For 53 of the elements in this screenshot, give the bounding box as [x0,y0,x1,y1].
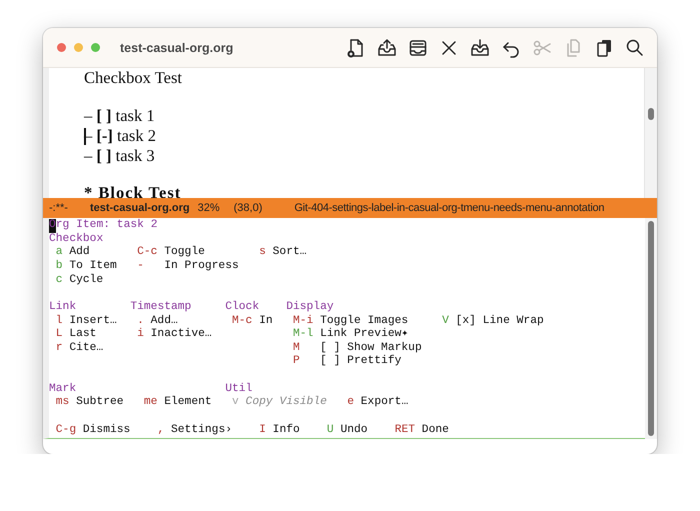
text-line: Checkbox Test [84,68,182,88]
tray-upload-icon[interactable] [377,38,397,58]
cursor-position: (38,0) [234,202,262,214]
search-icon[interactable] [625,38,645,58]
menu-item[interactable]: b To Item [56,260,117,274]
group-heading: Timestamp [130,300,192,314]
archive-box-icon[interactable] [408,38,428,58]
menu-item[interactable]: RET Done [394,424,449,438]
scrollbar-thumb[interactable] [648,221,654,436]
menu-item[interactable]: C-g Dismiss [56,424,130,438]
menu-item[interactable]: r Cite… [56,342,104,356]
scrollbar[interactable] [645,218,657,439]
window-title: test-casual-org.org [120,40,234,54]
buffer-name: test-casual-org.org [90,202,190,214]
group-heading: Clock [225,300,260,315]
menu-item[interactable]: I Info [259,424,300,438]
menu-item[interactable]: V [x] Line Wrap [442,314,544,328]
group-heading: Link [49,300,78,314]
menu-item[interactable]: s Sort… [259,246,307,260]
menu-item[interactable]: ms Subtree [56,396,124,410]
menu-item[interactable]: l Insert… [56,314,117,328]
menu-item[interactable]: - In Progress [137,260,239,274]
menu-item[interactable]: M [ ] Show Markup [292,342,422,356]
group-heading: Checkbox [49,232,104,246]
buffer-state: -:**- [49,202,68,214]
menu-item[interactable]: M-c In [232,314,273,328]
tray-download-icon[interactable] [470,38,490,58]
menu-item[interactable]: C-c Toggle [137,246,205,260]
scrollbar[interactable] [644,68,657,198]
scroll-percent: 32% [198,202,220,214]
menu-item[interactable]: M-i Toggle Images [292,314,408,328]
menu-item[interactable]: i Inactive… [137,328,212,342]
menu-item[interactable]: U Undo [326,424,368,438]
menu-item[interactable]: a Add [56,246,90,260]
menu-item[interactable]: c Cycle [56,274,104,288]
menu-item[interactable]: me Element [144,396,212,410]
branch-name: Git-404-settings-label-in-casual-org-tmenu-needs-menu-annotation [294,202,604,214]
menu-item[interactable]: e Export… [347,396,408,410]
menu-item[interactable]: L Last [56,328,96,342]
menu-item[interactable]: , Settings› [157,424,232,438]
group-heading: Util [225,382,254,396]
scrollbar-thumb[interactable] [648,108,654,120]
document-plus-icon[interactable] [346,38,366,58]
zoom-window-button[interactable] [91,43,100,52]
text-line: – [ ] task 1 [84,106,155,126]
heading-text: * Block Test [84,184,182,198]
group-heading: Mark [49,382,76,396]
group-heading: Display [286,300,335,314]
close-window-button[interactable] [57,43,66,52]
menu-item[interactable]: M-l Link Preview✦ [292,328,408,342]
menu-item[interactable]: . Add… [137,314,178,328]
menu-item[interactable]: P [ ] Prettify [292,355,402,370]
text-line: – [ ] task 3 [84,146,155,166]
